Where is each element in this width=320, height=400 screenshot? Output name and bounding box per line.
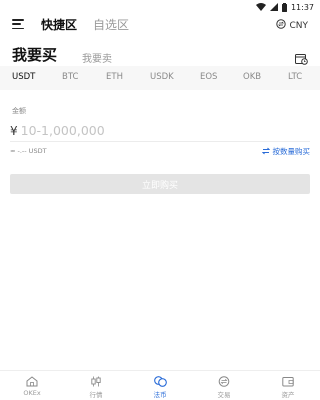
nav-label-trade: 交易 [217,391,231,399]
coin-tab-eth[interactable]: ETH [106,72,123,82]
nav-label-fiat: 法币 [153,391,167,399]
nav-item-assets[interactable]: 资产 [256,371,320,400]
amount-meta-row: ≈ -.-- USDT 按数量购买 [10,146,310,158]
signal-icon [269,3,278,11]
coin-tabs: USDT BTC ETH USDK EOS OKB LTC [0,66,320,90]
bottom-nav: OKEx 行情 法币 交易 资产 [0,370,320,400]
tab-sell[interactable]: 我要卖 [82,50,112,65]
menu-icon[interactable] [12,19,24,29]
coin-tab-ltc[interactable]: LTC [288,72,302,82]
currency-symbol: ¥ [10,123,18,138]
tab-buy[interactable]: 我要买 [12,44,57,65]
nav-label-assets: 资产 [281,391,295,399]
coin-tab-btc[interactable]: BTC [62,72,78,82]
approx-usdt-text: ≈ -.-- USDT [10,147,47,155]
coin-tab-okb[interactable]: OKB [243,72,261,82]
coin-tab-eos[interactable]: EOS [200,72,217,82]
nav-label-okex: OKEx [23,389,41,397]
amount-input[interactable] [20,123,221,138]
currency-selector[interactable]: CNY [276,19,308,32]
exchange-icon [218,375,230,387]
tab-custom-zone[interactable]: 自选区 [93,16,129,33]
status-bar: 11:37 [0,0,320,14]
buy-now-button[interactable]: 立即购买 [10,174,310,194]
coin-tab-usdk[interactable]: USDK [150,72,174,82]
amount-label: 金额 [12,107,26,115]
top-bar: 快捷区 自选区 CNY [0,14,320,36]
tab-quick-zone[interactable]: 快捷区 [41,16,77,33]
wifi-icon [255,3,266,11]
wallet-icon [282,375,294,387]
swap-icon [261,147,270,157]
candlestick-icon [90,375,102,387]
coin-tab-usdt[interactable]: USDT [12,72,35,82]
nav-item-fiat[interactable]: 法币 [128,371,192,400]
coins-icon [153,375,167,387]
buy-by-quantity-label: 按数量购买 [272,147,311,156]
trade-direction-bar: 我要买 我要卖 [0,40,320,66]
amount-field-row: ¥ [10,120,310,142]
currency-label: CNY [289,20,308,31]
status-time: 11:37 [290,2,314,12]
battery-icon [281,2,287,12]
nav-item-okex[interactable]: OKEx [0,371,64,400]
currency-switch-icon [276,19,287,32]
nav-item-market[interactable]: 行情 [64,371,128,400]
home-icon [26,375,38,387]
buy-by-quantity-link[interactable]: 按数量购买 [261,146,311,157]
nav-label-market: 行情 [89,391,103,399]
nav-item-trade[interactable]: 交易 [192,371,256,400]
